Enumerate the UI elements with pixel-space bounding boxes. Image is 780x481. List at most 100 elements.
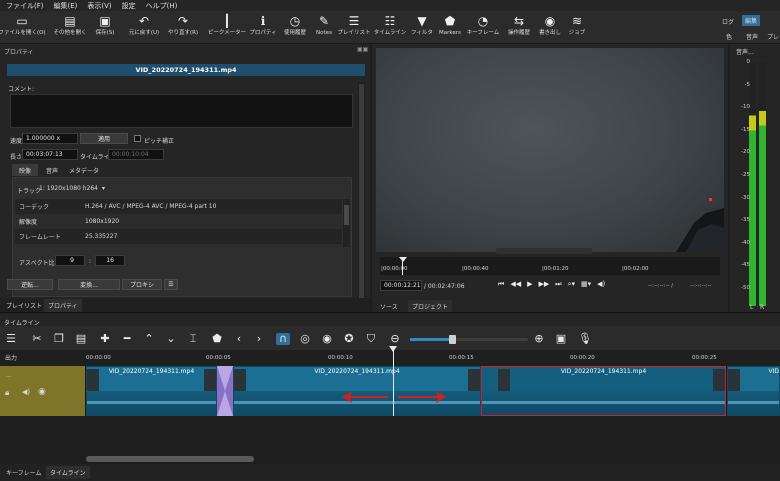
zoom-slider-handle[interactable] <box>449 335 456 344</box>
open-other-button[interactable]: ▤ その他を開く <box>52 14 88 42</box>
video-preview[interactable] <box>376 48 724 252</box>
zoom-out-icon[interactable]: ⊖ <box>388 333 402 345</box>
player-ruler[interactable]: |00:00:00 |00:00:40 |00:01:20 |00:02:00 <box>380 257 720 275</box>
export-button[interactable]: ◉ 書き出し <box>537 14 563 42</box>
tab-timeline[interactable]: タイムライン <box>46 466 90 479</box>
layout-logging[interactable]: ログ <box>722 17 734 26</box>
timeline-clip[interactable]: VID <box>727 366 780 416</box>
rewind-icon[interactable]: ◀◀ <box>510 280 521 289</box>
ripple-all-icon[interactable]: ✪ <box>342 333 356 345</box>
timeline-menu-icon[interactable]: ☰ <box>4 333 18 345</box>
jobs-history-button[interactable]: ⇆ 操作履歴 <box>504 14 534 42</box>
timeline-button[interactable]: ☷ タイムライン <box>374 14 407 42</box>
next-marker-icon[interactable]: › <box>252 333 266 345</box>
clip-name: VID_20220724_194311.mp4 <box>108 368 195 375</box>
notes-button[interactable]: ✎ Notes <box>313 14 335 42</box>
properties-menu-button[interactable]: ☰ <box>164 279 178 290</box>
record-audio-icon[interactable]: 🎙 <box>578 333 592 345</box>
tab-audio[interactable]: 音声 <box>40 164 64 176</box>
properties-scrollbar[interactable] <box>358 82 365 316</box>
redo-button[interactable]: ↷ やり直す(R) <box>166 14 200 42</box>
menu-file[interactable]: ファイル(F) <box>6 1 44 11</box>
speed-input[interactable]: 1.000000 x <box>22 133 78 144</box>
fast-forward-icon[interactable]: ▶▶ <box>538 280 549 289</box>
layout-color[interactable]: 色 <box>726 32 732 41</box>
split-icon[interactable]: ⌶ <box>186 333 200 345</box>
track-header[interactable]: ... 🔒︎ ◀) ◉ <box>0 366 85 416</box>
add-icon[interactable]: ✚ <box>98 333 112 345</box>
convert-button[interactable]: 変換... <box>58 279 120 290</box>
zoom-slider[interactable] <box>410 338 528 341</box>
panel-float-icon[interactable]: ▣▣ <box>357 46 368 53</box>
tab-keyframes[interactable]: キーフレーム <box>6 468 41 477</box>
previous-marker-icon[interactable]: ‹ <box>232 333 246 345</box>
save-button[interactable]: ▣ 保存(S) <box>92 14 118 42</box>
scrub-icon[interactable]: ◎ <box>298 333 312 345</box>
mute-icon[interactable]: ◀) <box>22 388 30 396</box>
copy-icon[interactable]: ❐ <box>52 333 66 345</box>
markers-button[interactable]: ⬟ Markers <box>437 14 463 42</box>
visibility-icon[interactable]: ◉ <box>38 387 46 397</box>
snap-icon[interactable]: ∩ <box>276 333 290 345</box>
length-input[interactable]: 00:03:07:13 <box>22 149 78 160</box>
proxy-button[interactable]: プロキシ <box>122 279 162 290</box>
open-file-button[interactable]: ▭ ファイルを開く(O) <box>0 14 46 42</box>
transition[interactable] <box>217 366 233 416</box>
tab-properties[interactable]: プロパティ <box>44 299 82 312</box>
timeline-clip-selected[interactable]: VID_20220724_194311.mp4 <box>481 366 726 416</box>
grid-icon[interactable]: ▦▾ <box>581 280 591 289</box>
menu-view[interactable]: 表示(V) <box>87 1 111 11</box>
aspect-height-input[interactable]: 16 <box>95 255 125 266</box>
menu-help[interactable]: ヘルプ(H) <box>146 1 178 11</box>
properties-button[interactable]: ℹ プロパティ <box>249 14 276 42</box>
tab-video[interactable]: 映像 <box>12 164 38 176</box>
filter-button[interactable]: ▼ フィルタ <box>410 14 434 42</box>
skip-previous-icon[interactable]: ⏮ <box>498 280 504 289</box>
layout-player[interactable]: プレ <box>767 32 779 41</box>
tab-metadata[interactable]: メタデータ <box>66 164 102 176</box>
zoom-in-icon[interactable]: ⊕ <box>532 333 546 345</box>
reverse-button[interactable]: 逆転... <box>7 279 53 290</box>
peak-meter-button[interactable]: ┃ ピークメーター <box>207 14 247 42</box>
current-time-field[interactable]: 00:00:12:21 <box>380 280 422 291</box>
skip-next-icon[interactable]: ⏭ <box>555 280 561 289</box>
marker-icon[interactable]: ⬟ <box>210 333 224 345</box>
aspect-width-input[interactable]: 9 <box>55 255 85 266</box>
meter-scale-label: -10 <box>741 104 750 111</box>
history-button[interactable]: ◷ 使用履歴 <box>282 14 308 42</box>
track-name[interactable]: ... <box>6 372 12 379</box>
keyframes-button[interactable]: ◔ キーフレーム <box>467 14 500 42</box>
undo-button[interactable]: ↶ 元に戻す(U) <box>126 14 162 42</box>
apply-speed-button[interactable]: 適用 <box>80 133 128 144</box>
volume-icon[interactable]: ◀) <box>597 280 605 289</box>
zoom-icon[interactable]: ⌕▾ <box>568 280 575 289</box>
remove-icon[interactable]: ━ <box>120 333 134 345</box>
menu-edit[interactable]: 編集(E) <box>54 1 78 11</box>
cut-icon[interactable]: ✂ <box>30 333 44 345</box>
preview-hscroll[interactable] <box>496 248 592 254</box>
timeline-ruler[interactable] <box>0 350 780 365</box>
timeline-hscroll[interactable] <box>86 456 254 462</box>
play-icon[interactable]: ▶ <box>527 280 532 289</box>
playhead-icon <box>389 346 397 352</box>
layout-editing[interactable]: 編集 <box>742 15 761 26</box>
track-select[interactable]: 1: 1920x1080 h264 ▾ <box>37 183 117 194</box>
ripple-markers-icon[interactable]: ⛉ <box>364 333 378 345</box>
layout-audio[interactable]: 音声 <box>746 32 758 41</box>
lift-icon[interactable]: ⌃ <box>142 333 156 345</box>
audio-waveform <box>728 391 779 415</box>
tab-source[interactable]: ソース <box>380 302 398 311</box>
table-scrollbar[interactable] <box>343 199 350 247</box>
playlist-button[interactable]: ☰ プレイリスト <box>338 14 371 42</box>
pitch-checkbox[interactable] <box>134 135 141 142</box>
ripple-icon[interactable]: ◉ <box>320 333 334 345</box>
timeline-clip[interactable]: VID_20220724_194311.mp4 <box>86 366 217 416</box>
zoom-fit-icon[interactable]: ▣ <box>554 333 568 345</box>
comment-field[interactable] <box>10 94 353 128</box>
tab-playlist[interactable]: プレイリスト <box>6 301 42 310</box>
paste-icon[interactable]: ▤ <box>74 333 88 345</box>
overwrite-icon[interactable]: ⌄ <box>164 333 178 345</box>
jobs-button[interactable]: ≋ ジョブ <box>566 14 588 42</box>
lock-icon[interactable]: 🔒︎ <box>5 388 9 398</box>
menu-settings[interactable]: 設定 <box>122 1 136 11</box>
